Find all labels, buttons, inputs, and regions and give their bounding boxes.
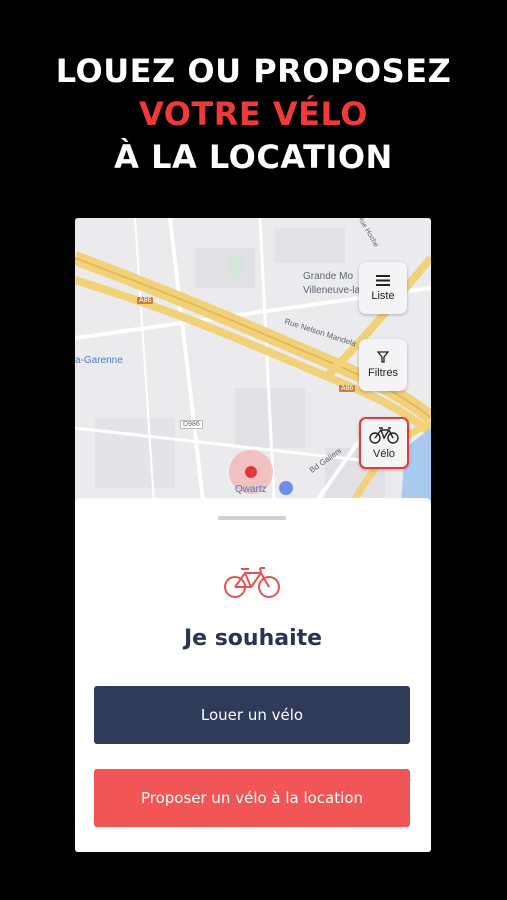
headline-line-1: LOUEZ OU PROPOSEZ	[55, 52, 452, 90]
map-label-garenne: a-Garenne	[75, 355, 123, 366]
sheet-drag-handle[interactable]	[218, 516, 286, 520]
list-button-label: Liste	[371, 289, 395, 302]
headline-line-2: VOTRE VÉLO	[139, 95, 368, 133]
bottom-sheet: Je souhaite Louer un vélo Proposer un vé…	[75, 498, 431, 852]
bike-icon	[224, 567, 280, 598]
menu-icon	[376, 274, 390, 286]
bike-filter-button[interactable]: Vélo	[359, 417, 409, 469]
filter-icon	[377, 351, 389, 363]
road-tag-d986: D986	[180, 420, 203, 429]
map-label-qwartz: Qwartz	[235, 484, 267, 495]
app-screen: Grande Mo Villeneuve-la- a-Garenne Rue N…	[75, 218, 431, 852]
map-label-grande: Grande Mo	[303, 271, 354, 282]
bike-icon	[369, 427, 399, 444]
filter-button-label: Filtres	[368, 367, 398, 379]
map-view[interactable]: Grande Mo Villeneuve-la- a-Garenne Rue N…	[75, 218, 431, 520]
map-label-villeneuve: Villeneuve-la-	[303, 285, 364, 296]
road-tag-a86-right: A86	[339, 385, 356, 392]
sheet-title: Je souhaite	[183, 626, 323, 651]
list-button[interactable]: Liste	[359, 262, 407, 314]
offer-bike-button[interactable]: Proposer un vélo à la location	[94, 769, 410, 827]
rent-bike-button[interactable]: Louer un vélo	[94, 686, 410, 744]
filter-button[interactable]: Filtres	[359, 339, 407, 391]
bike-filter-label: Vélo	[372, 448, 396, 460]
road-tag-a86-top: A86	[137, 297, 154, 304]
headline-line-3: À LA LOCATION	[114, 138, 393, 176]
